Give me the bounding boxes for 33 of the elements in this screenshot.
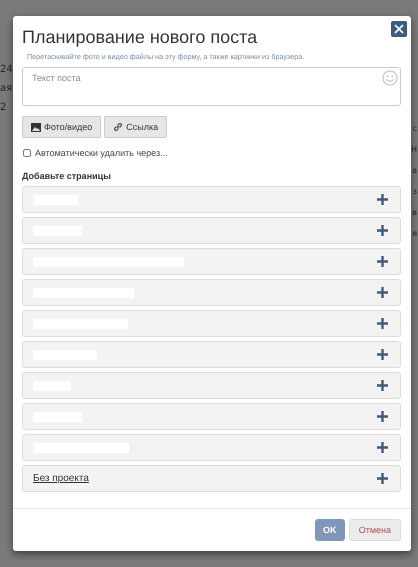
section-heading: Добавьте страницы [22, 171, 112, 181]
background-text: Н [410, 145, 417, 154]
plus-icon[interactable] [377, 225, 388, 236]
background-text: ая [0, 83, 13, 94]
post-text-field[interactable]: Текст поста [22, 67, 401, 106]
image-icon [31, 122, 41, 132]
auto-delete-label: Автоматически удалить через... [35, 148, 168, 158]
auto-delete-checkbox[interactable] [23, 149, 31, 157]
background-text: с [412, 124, 417, 133]
close-button[interactable] [391, 21, 407, 37]
plus-icon[interactable] [377, 411, 388, 422]
dialog-title: Планирование нового поста [22, 27, 258, 48]
plus-icon[interactable] [377, 287, 388, 298]
plus-icon[interactable] [377, 194, 388, 205]
background-text: я [412, 229, 417, 238]
page-link[interactable]: Без проекта [33, 473, 89, 484]
cancel-button[interactable]: Отмена [348, 519, 401, 541]
background-text: 2 [0, 102, 8, 113]
background-text: в [412, 208, 417, 217]
photo-video-button[interactable]: Фото/видео [22, 116, 102, 138]
plus-icon[interactable] [377, 380, 388, 391]
background-text: 24 [0, 64, 13, 75]
background-text: з [412, 187, 417, 196]
plus-icon[interactable] [377, 349, 388, 360]
close-icon [394, 24, 404, 34]
plus-icon[interactable] [377, 473, 388, 484]
page-row[interactable]: Без проекта [22, 465, 401, 492]
plus-icon[interactable] [377, 256, 388, 267]
link-icon [113, 122, 124, 132]
link-button[interactable]: Ссылка [104, 116, 168, 138]
plus-icon[interactable] [377, 442, 388, 453]
plus-icon[interactable] [377, 318, 388, 329]
background-text: а [412, 166, 417, 175]
